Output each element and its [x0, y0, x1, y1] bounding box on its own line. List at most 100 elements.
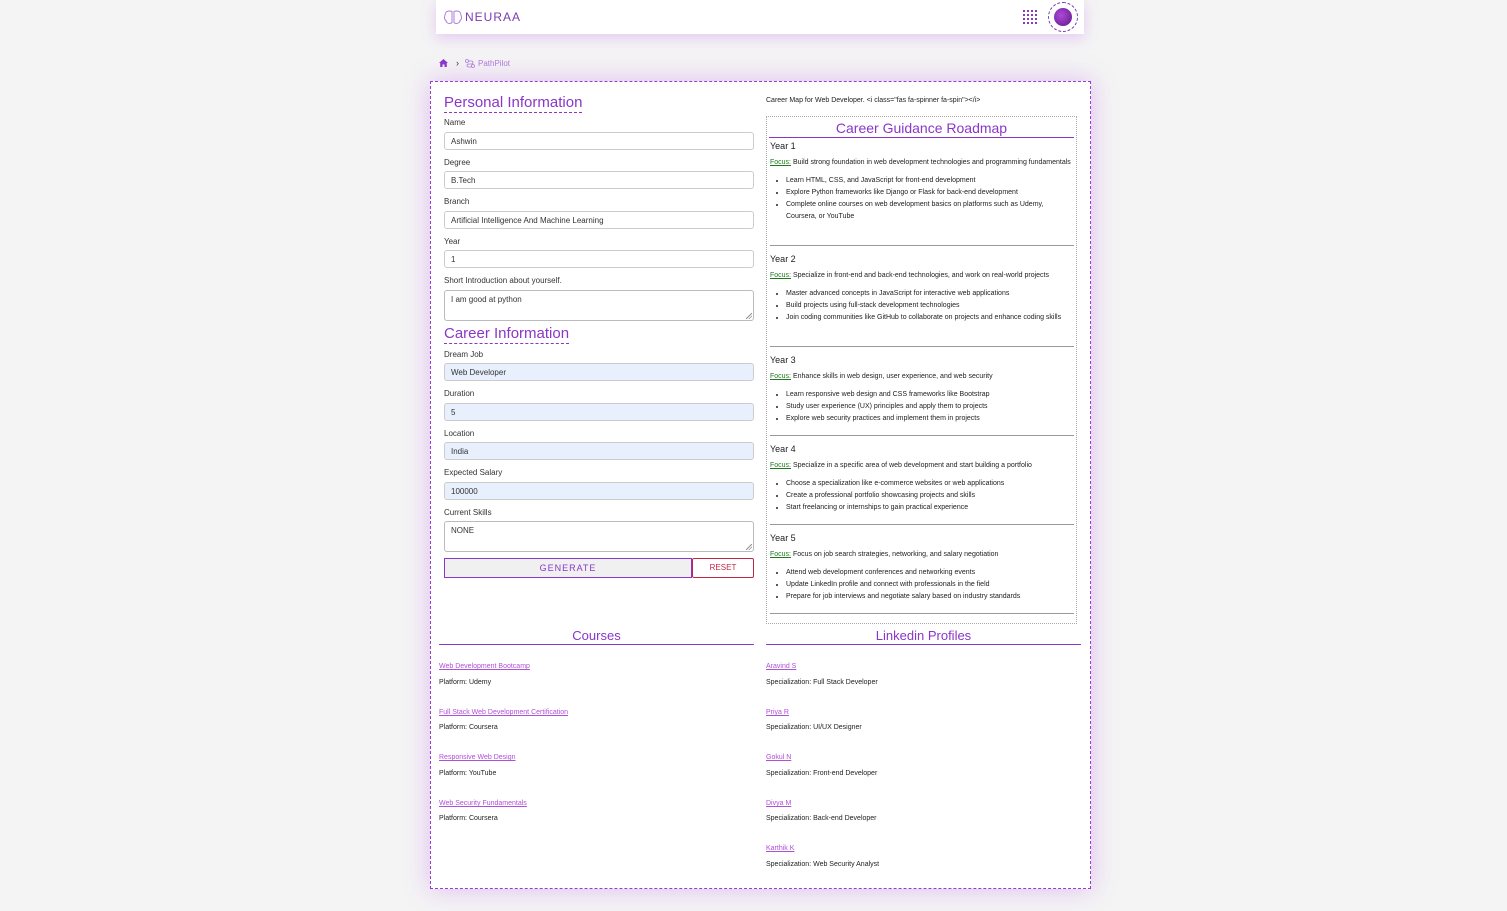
- year-input[interactable]: 1: [444, 250, 754, 268]
- year-divider: [770, 245, 1074, 246]
- focus-label: Focus:: [770, 462, 792, 469]
- focus-line: Focus: Specialize in a specific area of …: [770, 460, 1074, 472]
- year-label: Year: [444, 237, 461, 246]
- linkedin-profile-link[interactable]: Karthik K: [766, 845, 794, 852]
- milestone-item: Explore web security practices and imple…: [786, 413, 1074, 425]
- year-title: Year 1: [770, 141, 796, 151]
- roadmap-panel: Career Guidance Roadmap Year 1 Focus: Bu…: [766, 116, 1077, 624]
- roadmap-title: Career Guidance Roadmap: [769, 119, 1074, 138]
- home-icon[interactable]: [439, 59, 448, 67]
- milestone-item: Attend web development conferences and n…: [786, 567, 1074, 579]
- intro-label: Short Introduction about yourself.: [444, 276, 562, 285]
- course-link[interactable]: Full Stack Web Development Certification: [439, 709, 568, 716]
- avatar[interactable]: [1048, 2, 1078, 32]
- milestone-item: Study user experience (UX) principles an…: [786, 401, 1074, 413]
- milestone-item: Create a professional portfolio showcasi…: [786, 490, 1074, 502]
- degree-label: Degree: [444, 158, 471, 167]
- year-title: Year 5: [770, 533, 796, 543]
- brain-icon: [443, 9, 463, 25]
- courses-title: Courses: [439, 628, 754, 645]
- linkedin-specialization: Specialization: Back-end Developer: [766, 815, 877, 822]
- year-title: Year 3: [770, 355, 796, 365]
- duration-label: Duration: [444, 389, 475, 398]
- intro-textarea[interactable]: I am good at python: [444, 290, 754, 321]
- course-platform: Platform: Coursera: [439, 815, 498, 822]
- linkedin-specialization: Specialization: Full Stack Developer: [766, 679, 878, 686]
- skills-textarea[interactable]: NONE: [444, 521, 754, 552]
- linkedin-title: Linkedin Profiles: [766, 628, 1081, 645]
- name-label: Name: [444, 118, 466, 127]
- year-block: Year 5 Focus: Focus on job search strate…: [770, 533, 1074, 603]
- focus-line: Focus: Focus on job search strategies, n…: [770, 549, 1074, 561]
- apps-grid-icon[interactable]: [1023, 9, 1038, 25]
- year-divider: [770, 435, 1074, 436]
- milestone-list: Master advanced concepts in JavaScript f…: [770, 288, 1074, 324]
- top-navbar: NEURAA: [436, 0, 1084, 34]
- career-info-title: Career Information: [444, 325, 570, 344]
- breadcrumb: › PathPilot: [439, 58, 510, 68]
- year-divider: [770, 613, 1074, 614]
- year-divider: [770, 524, 1074, 525]
- linkedin-specialization: Specialization: Web Security Analyst: [766, 861, 880, 868]
- year-block: Year 4 Focus: Specialize in a specific a…: [770, 444, 1074, 514]
- course-link[interactable]: Web Development Bootcamp: [439, 663, 530, 670]
- salary-input[interactable]: 100000: [444, 482, 754, 500]
- course-link[interactable]: Web Security Fundamentals: [439, 800, 527, 807]
- milestone-item: Learn HTML, CSS, and JavaScript for fron…: [786, 175, 1074, 187]
- milestone-item: Start freelancing or internships to gain…: [786, 502, 1074, 514]
- generate-button[interactable]: GENERATE: [444, 558, 692, 578]
- focus-label: Focus:: [770, 551, 792, 558]
- name-input[interactable]: Ashwin: [444, 132, 754, 150]
- career-map-heading: Career Map for Web Developer. <i class="…: [766, 97, 981, 104]
- location-label: Location: [444, 429, 475, 438]
- main-panel: Personal Information Name Ashwin Degree …: [430, 81, 1091, 889]
- linkedin-profile-link[interactable]: Aravind S: [766, 663, 796, 670]
- personal-info-title: Personal Information: [444, 94, 583, 113]
- milestone-list: Attend web development conferences and n…: [770, 567, 1074, 603]
- linkedin-specialization: Specialization: Front-end Developer: [766, 770, 878, 777]
- milestone-item: Prepare for job interviews and negotiate…: [786, 591, 1074, 603]
- brand-name: NEURAA: [465, 10, 522, 24]
- focus-label: Focus:: [770, 159, 792, 166]
- milestone-item: Build projects using full-stack developm…: [786, 300, 1074, 312]
- linkedin-profile-link[interactable]: Gokul N: [766, 754, 791, 761]
- milestone-item: Master advanced concepts in JavaScript f…: [786, 288, 1074, 300]
- milestone-item: Join coding communities like GitHub to c…: [786, 312, 1074, 324]
- degree-input[interactable]: B.Tech: [444, 171, 754, 189]
- intro-text: I am good at python: [451, 295, 522, 304]
- pathpilot-icon: [465, 58, 475, 68]
- location-input[interactable]: India: [444, 442, 754, 460]
- milestone-item: Choose a specialization like e-commerce …: [786, 478, 1074, 490]
- focus-text: Focus on job search strategies, networki…: [792, 551, 999, 558]
- branch-input[interactable]: Artificial Intelligence And Machine Lear…: [444, 211, 754, 229]
- focus-label: Focus:: [770, 373, 792, 380]
- year-divider: [770, 346, 1074, 347]
- dream-job-input[interactable]: Web Developer: [444, 363, 754, 381]
- course-platform: Platform: YouTube: [439, 770, 497, 777]
- focus-text: Build strong foundation in web developme…: [792, 159, 1071, 166]
- breadcrumb-current[interactable]: PathPilot: [478, 59, 510, 68]
- milestone-item: Complete online courses on web developme…: [786, 199, 1074, 223]
- reset-button[interactable]: RESET: [692, 558, 754, 578]
- brand-logo[interactable]: NEURAA: [443, 9, 521, 25]
- milestone-list: Choose a specialization like e-commerce …: [770, 478, 1074, 514]
- milestone-item: Learn responsive web design and CSS fram…: [786, 389, 1074, 401]
- year-title: Year 2: [770, 254, 796, 264]
- linkedin-specialization: Specialization: UI/UX Designer: [766, 724, 862, 731]
- milestone-list: Learn responsive web design and CSS fram…: [770, 389, 1074, 425]
- year-title: Year 4: [770, 444, 796, 454]
- linkedin-profile-link[interactable]: Divya M: [766, 800, 791, 807]
- focus-text: Specialize in a specific area of web dev…: [792, 462, 1032, 469]
- resize-handle[interactable]: [746, 313, 752, 319]
- year-block: Year 3 Focus: Enhance skills in web desi…: [770, 355, 1074, 425]
- duration-input[interactable]: 5: [444, 403, 754, 421]
- year-block: Year 1 Focus: Build strong foundation in…: [770, 141, 1074, 223]
- focus-text: Enhance skills in web design, user exper…: [792, 373, 993, 380]
- linkedin-profile-link[interactable]: Priya R: [766, 709, 789, 716]
- course-link[interactable]: Responsive Web Design: [439, 754, 516, 761]
- milestone-item: Update LinkedIn profile and connect with…: [786, 579, 1074, 591]
- milestone-item: Explore Python frameworks like Django or…: [786, 187, 1074, 199]
- resize-handle[interactable]: [746, 544, 752, 550]
- skills-text: NONE: [451, 526, 475, 535]
- branch-label: Branch: [444, 197, 470, 206]
